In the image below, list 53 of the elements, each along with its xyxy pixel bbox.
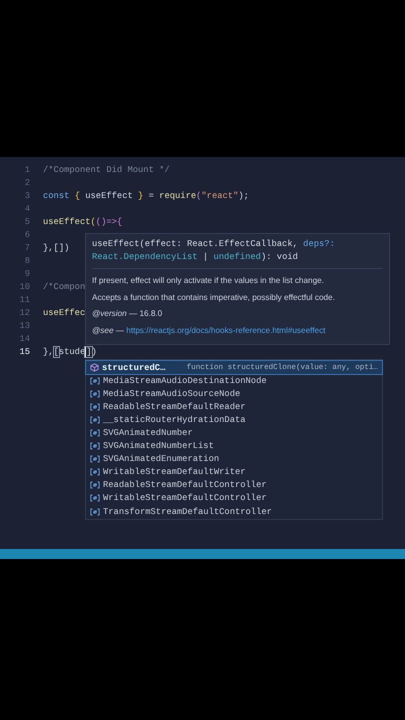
line-number: 15	[18, 346, 31, 356]
line-number: 7	[24, 242, 31, 252]
variable-icon	[90, 390, 100, 398]
code-line: },[stude])	[43, 346, 97, 356]
suggestion-item[interactable]: MediaStreamAudioSourceNode	[86, 387, 382, 400]
code-line: const { useEffect } = require("react");	[43, 190, 249, 200]
variable-icon	[90, 402, 100, 411]
code-editor[interactable]	[0, 157, 405, 549]
code-line: /*Compon	[43, 282, 86, 292]
line-number: 11	[18, 294, 31, 304]
variable-icon	[90, 429, 100, 438]
variable-icon	[90, 442, 100, 450]
suggestion-item[interactable]: SVGAnimatedNumberList	[86, 440, 382, 453]
line-number: 3	[24, 190, 31, 200]
line-number: 2	[24, 178, 31, 188]
line-number: 6	[24, 230, 31, 240]
line-number: 13	[18, 320, 31, 330]
cube-icon	[90, 363, 99, 372]
variable-icon	[90, 494, 100, 502]
doc-text: Accepts a function that contains imperative, possibly effectful code.	[92, 292, 336, 304]
code-line: useEffect(()=>{	[43, 216, 122, 226]
suggestion-item[interactable]: ReadableStreamDefaultController	[86, 478, 382, 492]
see-label: @see —	[92, 326, 125, 334]
variable-icon	[90, 508, 100, 516]
code-line: /*Component Did Mount */	[43, 164, 170, 174]
suggestion-item[interactable]: WritableStreamDefaultController	[86, 492, 382, 506]
line-number: 5	[24, 216, 31, 226]
suggestion-item[interactable]: TransformStreamDefaultController	[86, 505, 382, 518]
variable-icon	[90, 468, 100, 476]
signature-text: React.DependencyList | undefined): void	[92, 251, 299, 264]
variable-icon	[90, 376, 100, 385]
code-line: },[])	[43, 242, 70, 252]
signature-text: useEffect(effect: React.EffectCallback, deps?:	[92, 238, 336, 251]
line-number: 4	[24, 204, 31, 214]
line-number: 8	[24, 256, 31, 266]
suggestion-item[interactable]: WritableStreamDefaultWriter	[86, 466, 382, 479]
variable-icon	[90, 481, 100, 490]
line-number: 12	[18, 308, 31, 318]
suggestion-item[interactable]: SVGAnimatedNumber	[86, 426, 382, 440]
docs-link[interactable]: https://reactjs.org/docs/hooks-reference.html#useeffect	[126, 326, 326, 334]
doc-text: If present, effect will only activate if the values in the list change.	[92, 275, 325, 287]
suggestion-item[interactable]: __staticRouterHydrationData	[86, 413, 382, 426]
suggestion-item[interactable]: SVGAnimatedEnumeration	[86, 452, 382, 466]
line-number: 1	[24, 164, 31, 174]
line-number: 9	[24, 268, 31, 278]
line-number: 10	[18, 282, 31, 292]
code-line: useEffec	[43, 308, 86, 318]
suggestion-item[interactable]: ReadableStreamDefaultReader	[86, 400, 382, 414]
version-text: @version — 16.8.0	[92, 308, 164, 320]
variable-icon	[90, 416, 100, 424]
suggestion-item[interactable]: MediaStreamAudioDestinationNode	[86, 374, 382, 388]
variable-icon	[90, 455, 100, 464]
line-number: 14	[18, 334, 31, 344]
